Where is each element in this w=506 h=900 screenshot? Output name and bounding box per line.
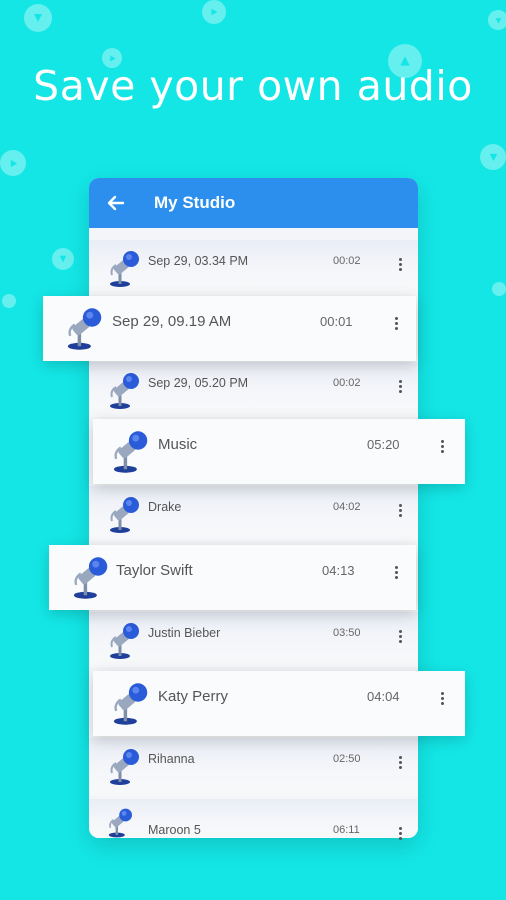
microphone-icon [104,807,136,844]
more-vertical-icon[interactable] [395,317,399,332]
recording-row[interactable]: Music 05:20 [93,419,465,484]
recording-duration: 04:02 [333,501,361,513]
more-vertical-icon[interactable] [399,380,403,395]
more-vertical-icon[interactable] [395,566,399,581]
play-bubble-icon [492,282,506,296]
app-title: My Studio [154,193,236,212]
back-arrow-icon[interactable] [105,192,127,214]
recording-duration: 00:02 [333,255,361,267]
recording-name: Sep 29, 09.19 AM [112,313,232,330]
microphone-icon [104,249,144,294]
more-vertical-icon[interactable] [441,692,445,707]
more-vertical-icon[interactable] [399,258,403,273]
recording-row[interactable]: Rihanna 02:50 [89,738,418,796]
recording-name: Music [158,436,198,453]
recording-name: Sep 29, 03.34 PM [148,254,249,268]
recording-duration: 02:50 [333,753,361,765]
more-vertical-icon[interactable] [399,630,403,645]
recording-name: Katy Perry [158,688,229,705]
recording-duration: 06:11 [333,824,360,836]
microphone-icon [104,495,144,540]
recording-duration: 04:04 [367,689,400,704]
microphone-icon [107,681,153,732]
recording-row[interactable]: Justin Bieber 03:50 [89,612,418,667]
play-bubble-icon [0,150,26,176]
recording-row[interactable]: Taylor Swift 04:13 [49,545,416,610]
recording-name: Taylor Swift [116,562,193,579]
recording-row[interactable]: Drake 04:02 [89,486,418,541]
more-vertical-icon[interactable] [399,827,403,842]
microphone-icon [104,371,144,416]
recording-name: Rihanna [148,752,195,766]
recording-row[interactable]: Sep 29, 03.34 PM 00:02 [89,240,418,295]
recording-row[interactable]: Maroon 5 06:11 [89,799,418,840]
microphone-icon [61,306,107,357]
recording-name: Justin Bieber [148,626,221,640]
microphone-icon [107,429,153,480]
more-vertical-icon[interactable] [399,504,403,519]
app-bar: My Studio [89,178,418,228]
recording-duration: 00:01 [320,314,353,329]
recording-duration: 03:50 [333,627,361,639]
recording-name: Maroon 5 [148,823,201,837]
recording-row[interactable]: Sep 29, 09.19 AM 00:01 [43,296,416,361]
microphone-icon [104,621,144,666]
play-bubble-icon [24,4,52,32]
recording-duration: 04:13 [322,563,355,578]
recording-name: Drake [148,500,182,514]
recording-duration: 00:02 [333,377,361,389]
recording-duration: 05:20 [367,437,400,452]
play-bubble-icon [2,294,16,308]
play-bubble-icon [488,10,506,30]
recording-row[interactable]: Katy Perry 04:04 [93,671,465,736]
more-vertical-icon[interactable] [441,440,445,455]
play-bubble-icon [52,248,74,270]
play-bubble-icon [480,144,506,170]
more-vertical-icon[interactable] [399,756,403,771]
microphone-icon [67,555,113,606]
headline: Save your own audio [33,62,473,110]
microphone-icon [104,747,144,792]
recording-name: Sep 29, 05.20 PM [148,376,249,390]
play-bubble-icon [202,0,226,24]
recording-row[interactable]: Sep 29, 05.20 PM 00:02 [89,362,418,417]
